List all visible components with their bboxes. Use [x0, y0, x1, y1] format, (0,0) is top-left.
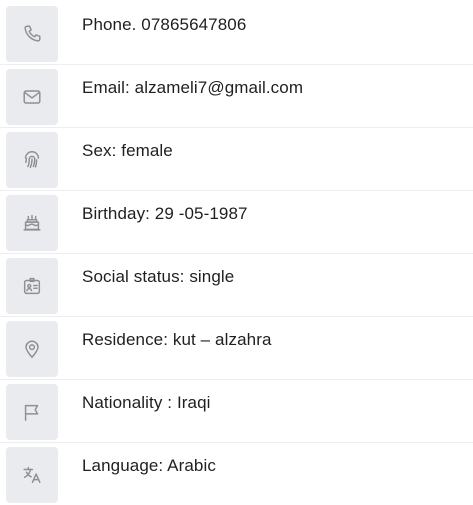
language-text: Language: Arabic: [82, 456, 216, 475]
list-item-email: Email: alzameli7@gmail.com: [0, 65, 473, 127]
list-item-sex: Sex: female: [0, 128, 473, 190]
nationality-text: Nationality : Iraqi: [82, 393, 211, 412]
phone-text: Phone. 07865647806: [82, 15, 247, 34]
social-status-text: Social status: single: [82, 267, 235, 286]
list-item-phone: Phone. 07865647806: [0, 2, 473, 64]
translate-icon: [6, 447, 58, 503]
sex-text: Sex: female: [82, 141, 173, 160]
contact-info-list: Phone. 07865647806 Email: alzameli7@gmai…: [0, 0, 473, 503]
list-item-birthday: Birthday: 29 -05-1987: [0, 191, 473, 253]
list-item-language: Language: Arabic: [0, 443, 473, 505]
phone-icon: [6, 6, 58, 62]
cake-icon: [6, 195, 58, 251]
email-text: Email: alzameli7@gmail.com: [82, 78, 304, 97]
list-item-nationality: Nationality : Iraqi: [0, 380, 473, 442]
location-pin-icon: [6, 321, 58, 377]
residence-text: Residence: kut – alzahra: [82, 330, 272, 349]
birthday-text: Birthday: 29 -05-1987: [82, 204, 248, 223]
flag-icon: [6, 384, 58, 440]
list-item-residence: Residence: kut – alzahra: [0, 317, 473, 379]
mail-icon: [6, 69, 58, 125]
fingerprint-icon: [6, 132, 58, 188]
id-card-icon: [6, 258, 58, 314]
list-item-social-status: Social status: single: [0, 254, 473, 316]
